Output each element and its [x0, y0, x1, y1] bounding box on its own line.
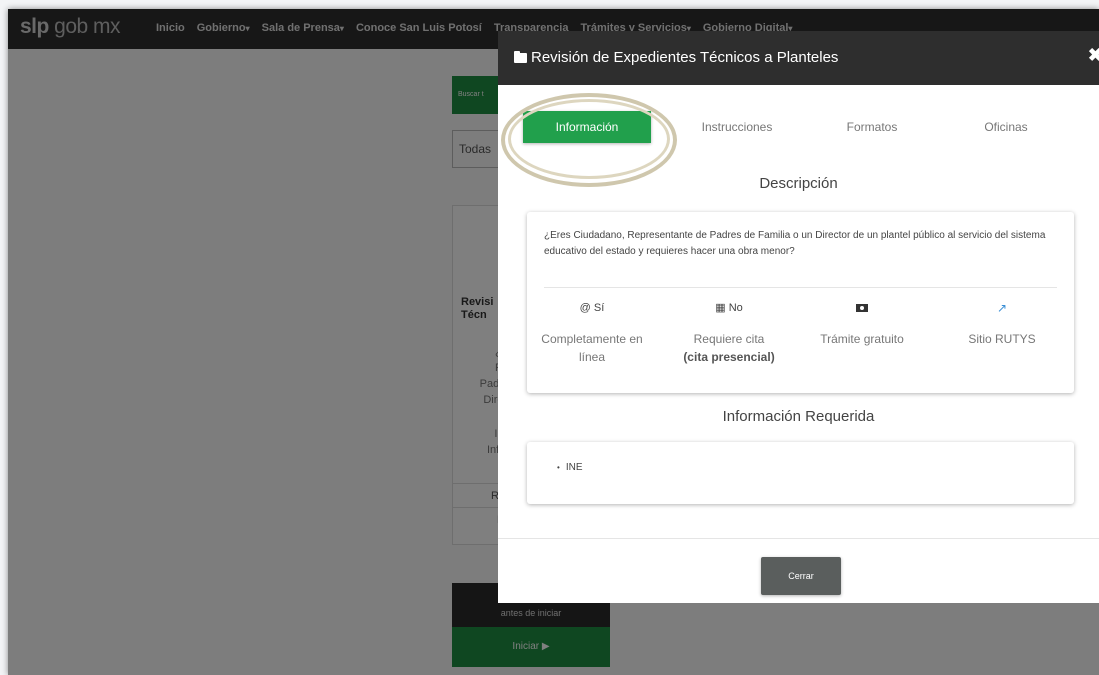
description-text: ¿Eres Ciudadano, Representante de Padres… — [544, 230, 1046, 257]
tab-oficinas[interactable]: Oficinas — [942, 111, 1070, 143]
feature-label: Requiere cita — [693, 332, 765, 346]
calendar-icon: ▦ — [715, 302, 726, 314]
modal-header: Revisión de Expedientes Técnicos a Plant… — [498, 31, 1099, 85]
feature-label-bold: (cita presencial) — [683, 350, 775, 364]
feature-cost: Trámite gratuito — [797, 300, 927, 348]
modal-title-text: Revisión de Expedientes Técnicos a Plant… — [531, 49, 839, 66]
feature-website[interactable]: ↗ Sitio RUTYS — [937, 300, 1067, 348]
feature-label: Trámite gratuito — [820, 332, 904, 346]
feature-label: Completamente en línea — [541, 332, 643, 364]
divider — [544, 287, 1057, 288]
tab-formatos[interactable]: Formatos — [808, 111, 936, 143]
close-icon[interactable]: ✖ — [1088, 45, 1099, 66]
browser-viewport: slp gob mx Inicio Gobierno▾ Sala de Pren… — [8, 9, 1099, 675]
at-icon: @ — [579, 302, 591, 314]
modal-title: Revisión de Expedientes Técnicos a Plant… — [514, 49, 838, 66]
modal-tabs: Información Instrucciones Formatos Ofici… — [498, 111, 1099, 143]
description-card: ¿Eres Ciudadano, Representante de Padres… — [527, 212, 1074, 393]
required-info-card: INE — [527, 442, 1074, 504]
description-heading: Descripción — [759, 175, 838, 192]
tab-informacion[interactable]: Información — [523, 111, 651, 143]
external-link-icon[interactable]: ↗ — [997, 301, 1007, 315]
feature-label[interactable]: Sitio RUTYS — [937, 330, 1067, 348]
money-icon — [856, 304, 868, 313]
feature-online: @ Sí Completamente en línea — [527, 300, 657, 366]
required-info-heading: Información Requerida — [722, 408, 875, 425]
close-button[interactable]: Cerrar — [761, 557, 841, 595]
feature-value: Sí — [593, 302, 605, 314]
folder-icon — [514, 50, 527, 63]
feature-value: No — [728, 302, 743, 314]
modal-footer-divider — [498, 538, 1099, 539]
procedure-modal: Revisión de Expedientes Técnicos a Plant… — [498, 31, 1099, 603]
feature-appointment: ▦ No Requiere cita (cita presencial) — [664, 300, 794, 366]
tab-instrucciones[interactable]: Instrucciones — [673, 111, 801, 143]
list-item: INE — [557, 462, 583, 473]
